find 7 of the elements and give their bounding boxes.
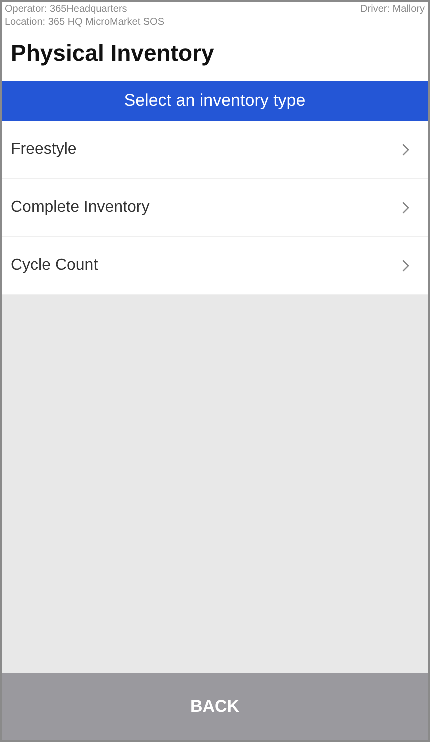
menu-item[interactable]: Complete Inventory [2, 179, 428, 237]
page-title: Physical Inventory [11, 39, 216, 68]
section-banner: Select an inventory type [2, 81, 428, 121]
driver-label: Driver: Mallory [360, 3, 425, 16]
location-label: Location: 365 HQ MicroMarket SOS [5, 17, 165, 28]
operator-label: Operator: 365Headquarters [5, 3, 128, 16]
menu-item[interactable]: Freestyle [2, 121, 428, 179]
